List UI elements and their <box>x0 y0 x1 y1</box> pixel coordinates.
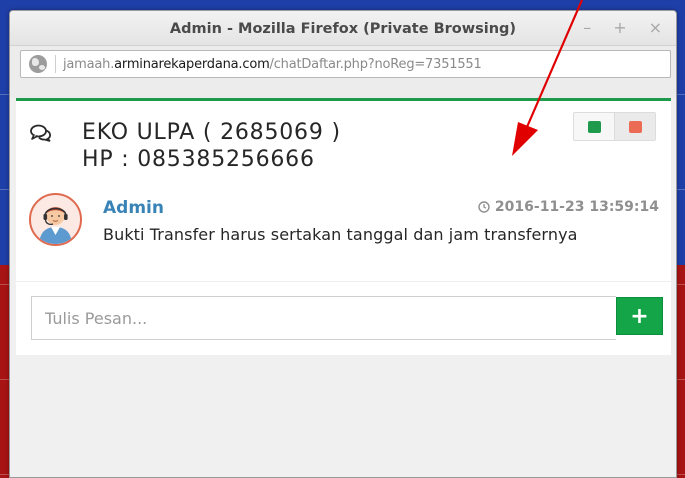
window-controls: – + × <box>583 19 662 37</box>
toggle-green-button[interactable] <box>574 113 614 140</box>
message-timestamp: 2016-11-23 13:59:14 <box>478 199 659 215</box>
comments-icon <box>30 124 51 142</box>
clock-icon <box>478 201 490 213</box>
message-input[interactable] <box>31 296 616 340</box>
green-square-icon <box>587 120 601 133</box>
url-prefix: jamaah. <box>63 56 115 72</box>
close-button[interactable]: × <box>649 19 662 37</box>
message-text: Bukti Transfer harus sertakan tanggal da… <box>103 225 578 244</box>
avatar <box>29 193 82 246</box>
window-title: Admin - Mozilla Firefox (Private Browsin… <box>169 21 517 37</box>
status-toggle <box>573 112 656 141</box>
url-text[interactable]: jamaah.arminarekaperdana.com/chatDaftar.… <box>63 57 482 72</box>
message-sender[interactable]: Admin <box>103 198 164 218</box>
chat-panel: EKO ULPA ( 2685069 ) HP : 085385256666 A… <box>16 98 671 355</box>
firefox-window: Admin - Mozilla Firefox (Private Browsin… <box>9 10 677 478</box>
address-bar[interactable]: jamaah.arminarekaperdana.com/chatDaftar.… <box>20 50 671 78</box>
message-input-row: + <box>31 296 663 340</box>
contact-phone: HP : 085385256666 <box>82 147 315 172</box>
send-button[interactable]: + <box>616 297 663 335</box>
contact-name: EKO ULPA ( 2685069 ) <box>82 120 341 145</box>
minimize-button[interactable]: – <box>583 19 591 37</box>
toggle-red-button[interactable] <box>614 113 655 140</box>
page-viewport: EKO ULPA ( 2685069 ) HP : 085385256666 A… <box>10 98 676 477</box>
url-divider <box>55 55 56 73</box>
title-bar: Admin - Mozilla Firefox (Private Browsin… <box>10 11 676 46</box>
timestamp-text: 2016-11-23 13:59:14 <box>494 199 659 215</box>
url-domain: arminarekaperdana.com <box>114 56 270 72</box>
chat-divider <box>16 281 671 282</box>
globe-icon[interactable] <box>29 55 47 73</box>
support-agent-icon <box>39 207 72 244</box>
red-square-icon <box>628 120 642 133</box>
url-path: /chatDaftar.php?noReg=7351551 <box>269 56 482 72</box>
maximize-button[interactable]: + <box>613 19 626 37</box>
